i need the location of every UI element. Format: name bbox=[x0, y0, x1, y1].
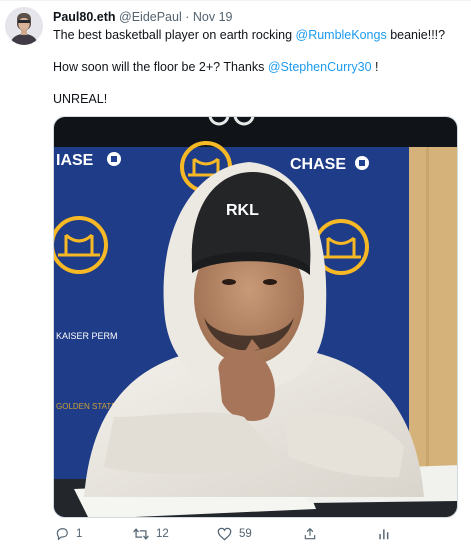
heart-icon bbox=[217, 527, 232, 541]
retweet-icon bbox=[133, 528, 149, 540]
media-video[interactable]: IASE CHASE KAISER PERM GOLDEN STATE WARR… bbox=[53, 116, 458, 518]
separator-dot: · bbox=[185, 10, 190, 24]
avatar[interactable] bbox=[5, 7, 43, 45]
sponsor-banner-right: CHASE bbox=[290, 156, 346, 173]
like-action[interactable]: 59 bbox=[217, 527, 252, 541]
display-name[interactable]: Paul80.eth bbox=[53, 10, 116, 24]
like-count: 59 bbox=[239, 528, 252, 540]
tweet-line-2: How soon will the floor be 2+? Thanks @S… bbox=[53, 59, 453, 75]
share-icon bbox=[304, 527, 316, 540]
tweet-line-1: The best basketball player on earth rock… bbox=[53, 27, 453, 43]
user-handle[interactable]: @EidePaul bbox=[119, 10, 182, 24]
tweet-text: The best basketball player on earth rock… bbox=[53, 27, 453, 123]
tweet-line-3: UNREAL! bbox=[53, 92, 108, 106]
retweet-action[interactable]: 12 bbox=[133, 527, 169, 541]
reply-action[interactable]: 1 bbox=[55, 527, 82, 541]
text-segment: ! bbox=[371, 60, 379, 74]
tweet-card[interactable]: Paul80.eth @EidePaul · Nov 19 The best b… bbox=[0, 0, 471, 550]
beanie-logo: RKL bbox=[226, 202, 259, 219]
text-segment: The best basketball player on earth rock… bbox=[53, 28, 296, 42]
tweet-header: Paul80.eth @EidePaul · Nov 19 bbox=[53, 10, 233, 24]
analytics-action[interactable] bbox=[377, 527, 391, 541]
text-segment: How soon will the floor be 2+? Thanks bbox=[53, 60, 268, 74]
reply-count: 1 bbox=[76, 528, 83, 540]
mention-stephencurry[interactable]: @StephenCurry30 bbox=[268, 60, 372, 74]
avatar-image bbox=[5, 7, 43, 45]
retweet-count: 12 bbox=[156, 528, 169, 540]
text-segment: beanie!!!? bbox=[386, 28, 446, 42]
mention-rumblekongs[interactable]: @RumbleKongs bbox=[296, 28, 387, 42]
share-action[interactable] bbox=[303, 527, 317, 541]
tweet-date[interactable]: Nov 19 bbox=[193, 10, 233, 24]
tweet-actions: 1 12 59 bbox=[53, 527, 458, 547]
reply-icon bbox=[56, 528, 68, 541]
sponsor-banner-left: IASE bbox=[56, 152, 94, 169]
analytics-icon bbox=[379, 529, 389, 540]
video-frame: IASE CHASE KAISER PERM GOLDEN STATE WARR… bbox=[54, 117, 457, 517]
kaiser-sign: KAISER PERM bbox=[56, 331, 118, 341]
